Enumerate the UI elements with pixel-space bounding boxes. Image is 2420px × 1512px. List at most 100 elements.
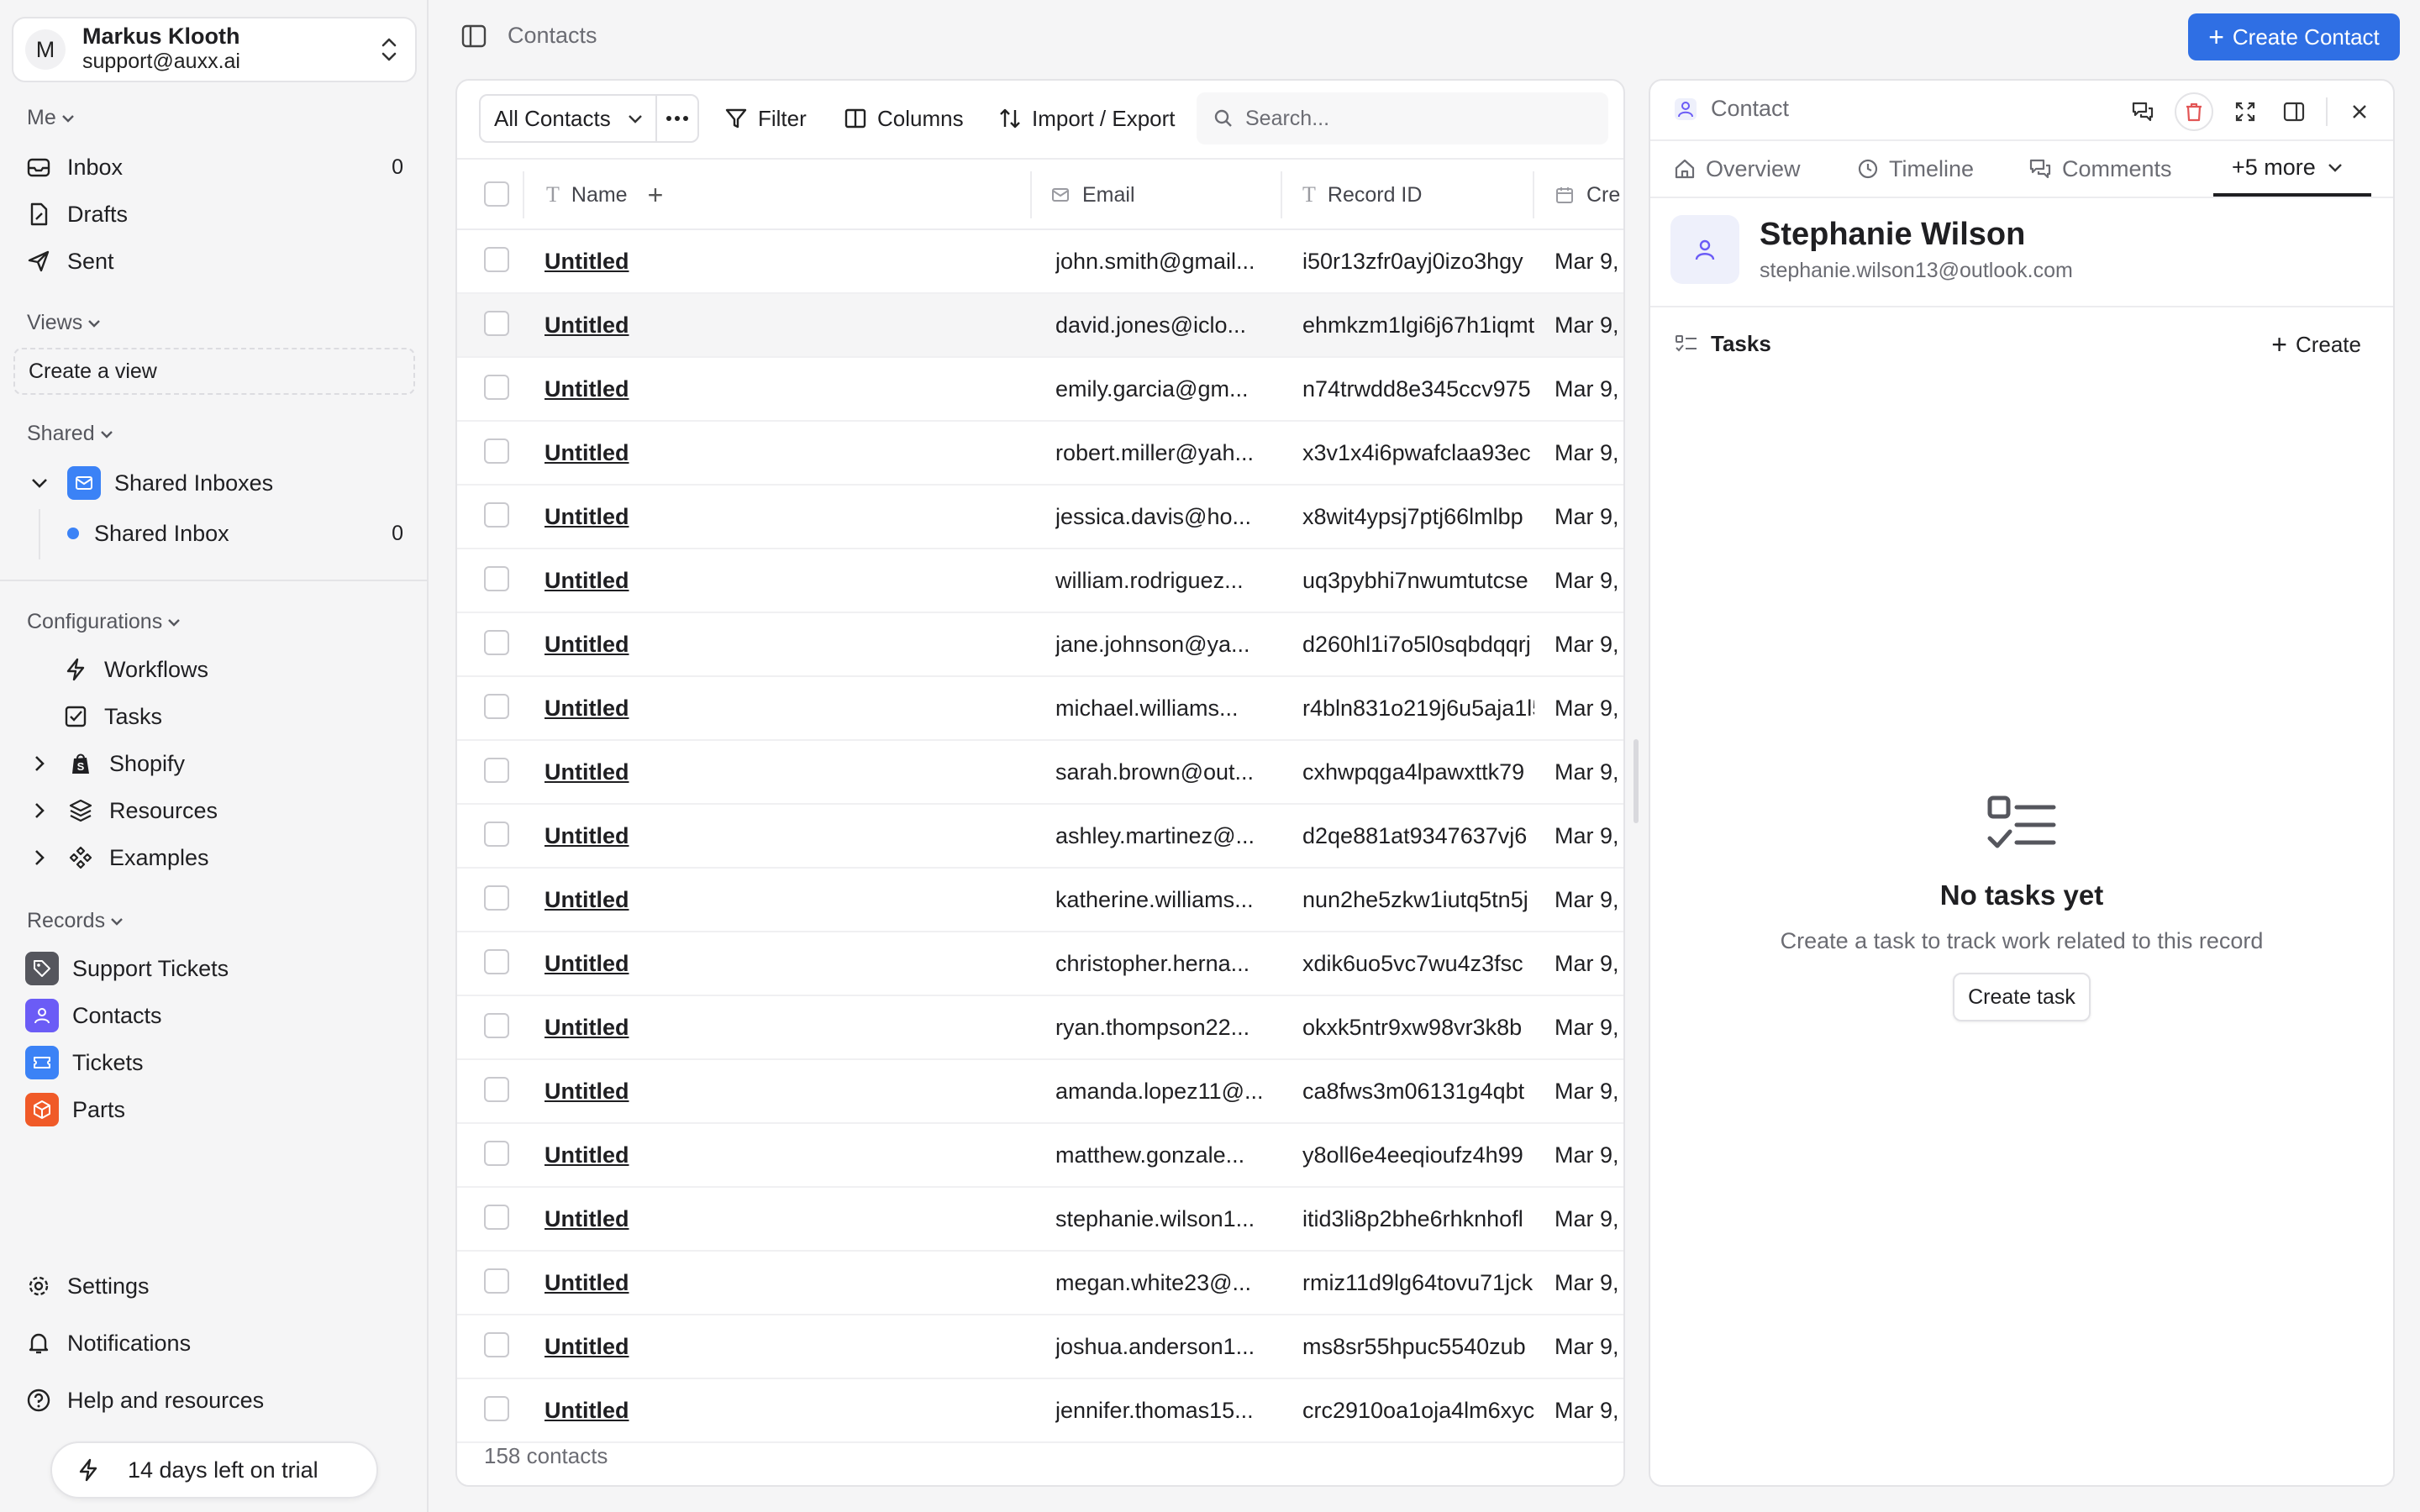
sidebar-item-support-tickets[interactable]: Support Tickets bbox=[25, 948, 403, 990]
sidebar-item-inbox[interactable]: Inbox 0 bbox=[25, 146, 403, 188]
table-row[interactable]: Untitled stephanie.wilson1... itid3li8p2bh… bbox=[457, 1188, 1623, 1252]
contact-name-link[interactable]: Untitled bbox=[544, 1252, 629, 1314]
column-header-name[interactable]: T Name + bbox=[546, 160, 663, 230]
filter-button[interactable]: Filter bbox=[724, 94, 807, 143]
table-row[interactable]: Untitled emily.garcia@gm... n74trwdd8e345c… bbox=[457, 358, 1623, 422]
panel-layout-icon[interactable] bbox=[2277, 95, 2311, 129]
account-switcher[interactable]: M Markus Klooth support@auxx.ai bbox=[12, 17, 417, 82]
contact-name-link[interactable]: Untitled bbox=[544, 677, 629, 739]
sidebar-item-shared-inboxes[interactable]: Shared Inboxes bbox=[29, 462, 407, 504]
columns-button[interactable]: Columns bbox=[844, 94, 964, 143]
row-checkbox[interactable] bbox=[484, 247, 509, 272]
table-row[interactable]: Untitled joshua.anderson1... ms8sr55hpuc55… bbox=[457, 1315, 1623, 1379]
sidebar-item-resources[interactable]: Resources bbox=[29, 790, 407, 832]
row-checkbox[interactable] bbox=[484, 1332, 509, 1357]
panel-resize-handle[interactable] bbox=[1634, 739, 1639, 823]
table-row[interactable]: Untitled michael.williams... r4bln831o219j… bbox=[457, 677, 1623, 741]
table-row[interactable]: Untitled ryan.thompson22... okxk5ntr9xw98v… bbox=[457, 996, 1623, 1060]
sidebar-item-notifications[interactable]: Notifications bbox=[25, 1322, 403, 1364]
sidebar-item-drafts[interactable]: Drafts bbox=[25, 193, 403, 235]
contact-name-link[interactable]: Untitled bbox=[544, 1379, 629, 1441]
row-checkbox[interactable] bbox=[484, 1141, 509, 1166]
trash-icon[interactable] bbox=[2175, 92, 2213, 131]
search-input[interactable] bbox=[1245, 106, 1581, 131]
section-me[interactable]: Me bbox=[27, 106, 76, 130]
contact-name-link[interactable]: Untitled bbox=[544, 230, 629, 292]
contact-name-link[interactable]: Untitled bbox=[544, 1060, 629, 1122]
row-checkbox[interactable] bbox=[484, 822, 509, 847]
sidebar-item-sent[interactable]: Sent bbox=[25, 240, 403, 282]
add-column-icon[interactable]: + bbox=[648, 181, 664, 208]
section-views[interactable]: Views bbox=[27, 311, 103, 335]
sidebar-item-settings[interactable]: Settings bbox=[25, 1265, 403, 1307]
row-checkbox[interactable] bbox=[484, 502, 509, 528]
chevron-right-icon[interactable] bbox=[29, 800, 50, 822]
row-checkbox[interactable] bbox=[484, 311, 509, 336]
table-row[interactable]: Untitled sarah.brown@out... cxhwpqga4lpawx… bbox=[457, 741, 1623, 805]
contact-name-link[interactable]: Untitled bbox=[544, 1124, 629, 1186]
table-row[interactable]: Untitled jane.johnson@ya... d260hl1i7o5l0s… bbox=[457, 613, 1623, 677]
create-task-link[interactable]: + Create bbox=[2271, 331, 2361, 358]
contact-name-link[interactable]: Untitled bbox=[544, 549, 629, 612]
row-checkbox[interactable] bbox=[484, 1268, 509, 1294]
table-row[interactable]: Untitled robert.miller@yah... x3v1x4i6pwaf… bbox=[457, 422, 1623, 486]
row-checkbox[interactable] bbox=[484, 438, 509, 464]
table-row[interactable]: Untitled katherine.williams... nun2he5zkw1… bbox=[457, 869, 1623, 932]
row-checkbox[interactable] bbox=[484, 1396, 509, 1421]
row-checkbox[interactable] bbox=[484, 566, 509, 591]
close-icon[interactable] bbox=[2343, 95, 2376, 129]
select-all-checkbox[interactable] bbox=[484, 181, 509, 207]
row-checkbox[interactable] bbox=[484, 1077, 509, 1102]
chevron-down-icon[interactable] bbox=[29, 472, 50, 494]
column-header-email[interactable]: Email bbox=[1050, 160, 1135, 230]
table-row[interactable]: Untitled amanda.lopez11@... ca8fws3m06131g… bbox=[457, 1060, 1623, 1124]
table-row[interactable]: Untitled matthew.gonzale... y8oll6e4eeqiou… bbox=[457, 1124, 1623, 1188]
table-row[interactable]: Untitled jennifer.thomas15... crc2910oa1oj… bbox=[457, 1379, 1623, 1443]
table-row[interactable]: Untitled david.jones@iclo... ehmkzm1lgi6j6… bbox=[457, 294, 1623, 358]
column-header-record-id[interactable]: T Record ID bbox=[1302, 160, 1422, 230]
table-row[interactable]: Untitled christopher.herna... xdik6uo5vc7w… bbox=[457, 932, 1623, 996]
chevron-right-icon[interactable] bbox=[29, 753, 50, 774]
contact-name-link[interactable]: Untitled bbox=[544, 996, 629, 1058]
column-header-created[interactable]: Cre bbox=[1555, 160, 1620, 230]
contact-name-link[interactable]: Untitled bbox=[544, 613, 629, 675]
row-checkbox[interactable] bbox=[484, 885, 509, 911]
expand-icon[interactable] bbox=[2228, 95, 2262, 129]
row-checkbox[interactable] bbox=[484, 1205, 509, 1230]
section-records[interactable]: Records bbox=[27, 909, 125, 933]
sidebar-toggle-icon[interactable] bbox=[460, 24, 487, 49]
sidebar-item-tasks[interactable]: Tasks bbox=[62, 696, 440, 738]
tab-more[interactable]: +5 more bbox=[2213, 141, 2371, 197]
contact-name-link[interactable]: Untitled bbox=[544, 294, 629, 356]
trial-banner[interactable]: 14 days left on trial bbox=[50, 1441, 378, 1499]
search-box[interactable] bbox=[1197, 92, 1608, 144]
import-export-button[interactable]: Import / Export bbox=[998, 94, 1176, 143]
sidebar-item-tickets[interactable]: Tickets bbox=[25, 1042, 403, 1084]
sidebar-item-shopify[interactable]: S Shopify bbox=[29, 743, 407, 785]
row-checkbox[interactable] bbox=[484, 694, 509, 719]
row-checkbox[interactable] bbox=[484, 630, 509, 655]
sidebar-item-help[interactable]: Help and resources bbox=[25, 1379, 403, 1421]
sidebar-item-contacts[interactable]: Contacts bbox=[25, 995, 403, 1037]
contact-name-link[interactable]: Untitled bbox=[544, 932, 629, 995]
create-task-button[interactable]: Create task bbox=[1953, 973, 2091, 1021]
create-contact-button[interactable]: + Create Contact bbox=[2188, 13, 2400, 60]
contact-name-link[interactable]: Untitled bbox=[544, 358, 629, 420]
sidebar-item-examples[interactable]: Examples bbox=[29, 837, 407, 879]
create-view-button[interactable]: Create a view bbox=[13, 348, 415, 395]
sidebar-item-shared-inbox[interactable]: Shared Inbox 0 bbox=[67, 512, 403, 554]
row-checkbox[interactable] bbox=[484, 949, 509, 974]
contact-name-link[interactable]: Untitled bbox=[544, 1188, 629, 1250]
contact-name-link[interactable]: Untitled bbox=[544, 1315, 629, 1378]
chevron-right-icon[interactable] bbox=[29, 847, 50, 869]
section-configurations[interactable]: Configurations bbox=[27, 610, 182, 634]
view-selector[interactable]: All Contacts bbox=[479, 94, 657, 143]
row-checkbox[interactable] bbox=[484, 375, 509, 400]
table-row[interactable]: Untitled john.smith@gmail... i50r13zfr0ayj… bbox=[457, 230, 1623, 294]
tab-overview[interactable]: Overview bbox=[1674, 141, 1801, 197]
table-row[interactable]: Untitled megan.white23@... rmiz11d9lg64tov… bbox=[457, 1252, 1623, 1315]
sidebar-item-workflows[interactable]: Workflows bbox=[62, 648, 440, 690]
contact-name-link[interactable]: Untitled bbox=[544, 741, 629, 803]
sidebar-item-parts[interactable]: Parts bbox=[25, 1089, 403, 1131]
tab-comments[interactable]: Comments bbox=[2028, 141, 2172, 197]
